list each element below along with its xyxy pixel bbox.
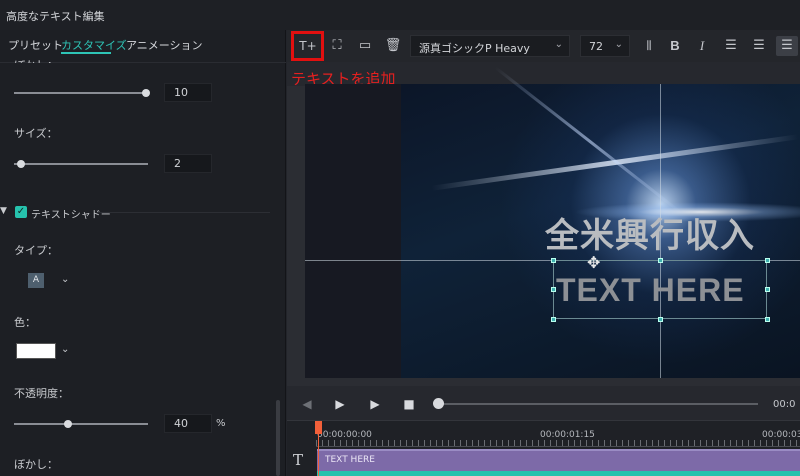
blur2-label: ぼかし： — [14, 458, 58, 471]
justify-icon[interactable]: ☰ — [776, 36, 798, 56]
blur-value-input[interactable]: 10 — [164, 83, 212, 102]
shadow-color-swatch[interactable] — [16, 343, 56, 359]
scrub-thumb[interactable] — [433, 398, 444, 409]
align-right-icon[interactable]: ☰ — [748, 36, 770, 56]
opacity-unit: % — [216, 418, 226, 429]
properties-panel: プリセット カスタマイズ アニメーション ぼかし： 10 サイズ： 2 ▼ ✓ … — [0, 30, 286, 476]
text-here-placeholder[interactable]: TEXT HERE — [556, 272, 745, 309]
move-icon[interactable]: ✥ — [587, 253, 600, 272]
title-bar: 高度なテキスト編集 — [0, 0, 800, 30]
blur-label-cut: ぼかし： — [14, 57, 58, 63]
size-label: サイズ： — [14, 127, 58, 140]
opacity-slider[interactable] — [14, 423, 148, 425]
tab-customize[interactable]: カスタマイズ — [61, 37, 127, 53]
add-image-icon[interactable]: ▭ — [354, 36, 376, 56]
current-time: 00:0 — [773, 399, 796, 410]
panel-scrollbar[interactable] — [276, 400, 280, 476]
opacity-value-input[interactable]: 40 — [164, 414, 212, 433]
resize-handle[interactable] — [765, 317, 770, 322]
font-family-select[interactable]: 源真ゴシックP Heavy ⌄ — [410, 35, 570, 57]
align-left-icon[interactable]: ☰ — [720, 36, 742, 56]
playhead-line — [318, 434, 319, 476]
resize-handle[interactable] — [658, 317, 663, 322]
timecode-label: 00:00:03 — [762, 430, 800, 440]
previous-frame-icon[interactable]: ◀︎ — [299, 396, 315, 412]
resize-handle[interactable] — [765, 287, 770, 292]
opacity-label: 不透明度： — [14, 387, 69, 400]
size-slider-thumb[interactable] — [17, 160, 25, 168]
resize-handle[interactable] — [765, 258, 770, 263]
color-label: 色： — [14, 316, 36, 329]
tab-preset[interactable]: プリセット — [8, 37, 63, 53]
clip-label: TEXT HERE — [325, 455, 375, 465]
playhead[interactable] — [315, 421, 322, 476]
active-tab-indicator — [61, 52, 111, 54]
text-track-icon: T — [293, 451, 304, 469]
type-label: タイプ： — [14, 244, 58, 257]
spacing-icon[interactable]: ⫼ — [638, 36, 660, 56]
scrub-bar[interactable] — [440, 403, 758, 405]
shadow-section-label: テキストシャドー — [31, 210, 111, 221]
bold-button[interactable]: B — [664, 36, 686, 56]
blur-slider-thumb[interactable] — [142, 89, 150, 97]
crop-icon[interactable]: ⛶ — [326, 36, 348, 56]
opacity-slider-thumb[interactable] — [64, 420, 72, 428]
timecode-label: 00:00:00:00 — [317, 430, 372, 440]
window-title: 高度なテキスト編集 — [6, 10, 105, 23]
italic-button[interactable]: I — [691, 36, 713, 56]
blur-slider[interactable] — [14, 92, 148, 94]
timecode-label: 00:00:01:15 — [540, 430, 595, 440]
font-size-value: 72 — [589, 40, 603, 53]
trash-icon[interactable]: 🗑 — [382, 36, 404, 56]
next-frame-icon[interactable]: ▶︎ — [332, 396, 348, 412]
timeline-ruler[interactable] — [316, 440, 800, 447]
chevron-down-icon[interactable]: ⌄ — [61, 344, 69, 355]
text-clip[interactable]: TEXT HERE — [317, 449, 800, 471]
section-collapse-icon[interactable]: ▼ — [0, 206, 7, 216]
font-family-value: 源真ゴシックP Heavy — [419, 42, 530, 55]
resize-handle[interactable] — [551, 258, 556, 263]
shadow-type-select[interactable]: A — [28, 273, 44, 288]
title-text-jp[interactable]: 全米興行収入 — [545, 208, 755, 257]
section-divider — [98, 212, 270, 213]
size-value-input[interactable]: 2 — [164, 154, 212, 173]
stop-icon[interactable]: ■ — [401, 396, 417, 412]
size-slider[interactable] — [14, 163, 148, 165]
add-text-highlight — [291, 31, 324, 61]
clip-bottom-bar — [317, 471, 800, 476]
chevron-down-icon[interactable]: ⌄ — [61, 274, 69, 285]
resize-handle[interactable] — [658, 258, 663, 263]
resize-handle[interactable] — [551, 317, 556, 322]
playhead-cap[interactable] — [315, 421, 322, 434]
shadow-checkbox[interactable]: ✓ — [15, 206, 27, 218]
chevron-down-icon: ⌄ — [614, 39, 623, 50]
font-size-select[interactable]: 72 ⌄ — [580, 35, 630, 57]
tab-animation[interactable]: アニメーション — [126, 37, 203, 53]
chevron-down-icon: ⌄ — [554, 39, 563, 50]
play-icon[interactable]: ▶ — [367, 396, 383, 412]
